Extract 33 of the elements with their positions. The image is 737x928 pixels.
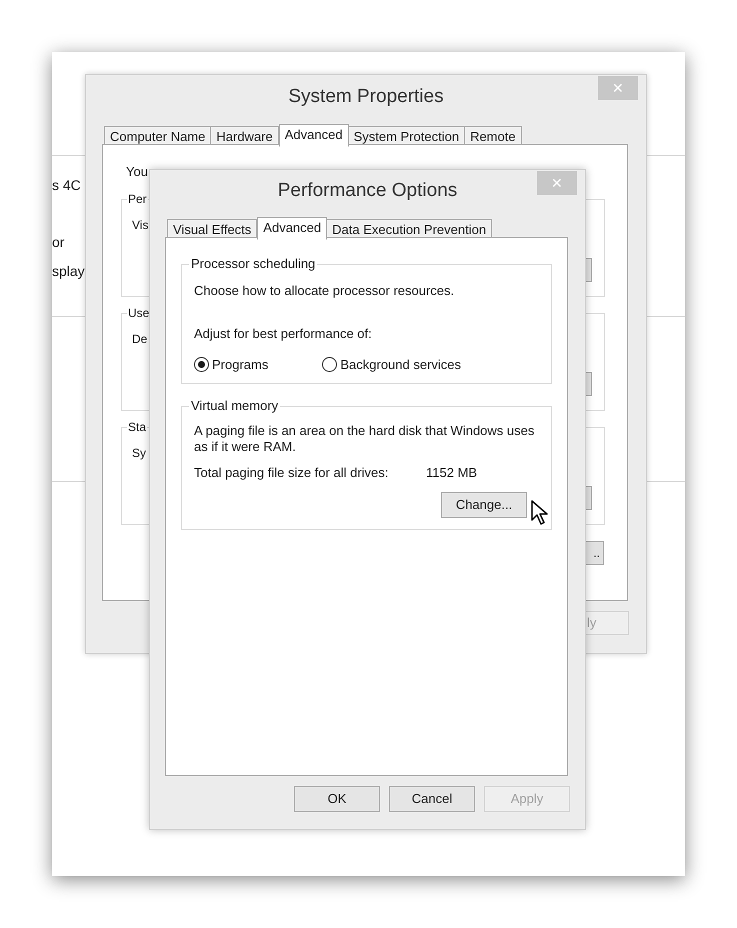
window-title: System Properties: [288, 85, 444, 109]
group-title: Processor scheduling: [189, 256, 318, 272]
dialog-button[interactable]: OK: [294, 786, 380, 812]
window-title: Performance Options: [278, 179, 458, 203]
environment-variables-button[interactable]: ..: [585, 541, 604, 565]
settings-button[interactable]: [586, 486, 592, 510]
tab[interactable]: Advanced: [278, 124, 349, 147]
description-text: A paging file is an area on the hard disk that Windows uses as if it were RAM.: [194, 423, 536, 455]
group-title: Virtual memory: [189, 398, 280, 414]
group-text: Sy: [132, 445, 146, 462]
mouse-pointer-icon: [531, 500, 549, 527]
tab[interactable]: Remote: [464, 126, 522, 146]
radio-button[interactable]: [194, 357, 209, 372]
radio-option[interactable]: Programs: [194, 355, 268, 374]
prompt-text: Adjust for best performance of:: [194, 324, 373, 343]
description-text: Choose how to allocate processor resources.: [194, 282, 456, 300]
group-text: Vis: [132, 217, 148, 234]
settings-button[interactable]: [586, 258, 592, 282]
tab[interactable]: Hardware: [210, 126, 279, 146]
partial-text: splay: [52, 263, 85, 279]
total-label: Total paging file size for all drives:: [194, 464, 390, 482]
settings-button[interactable]: [586, 372, 592, 396]
radio-option[interactable]: Background services: [322, 355, 462, 374]
tab[interactable]: Visual Effects: [167, 219, 258, 239]
notice-text: You: [126, 163, 148, 181]
radio-button[interactable]: [322, 357, 338, 372]
partial-text: s 4C: [52, 177, 81, 193]
tab[interactable]: Advanced: [257, 217, 328, 240]
total-value: 1152 MB: [426, 464, 478, 482]
partial-text: or: [52, 234, 64, 250]
group-text: De: [132, 331, 148, 348]
dialog-button[interactable]: Cancel: [389, 786, 475, 812]
change-button[interactable]: Change...: [441, 492, 527, 518]
